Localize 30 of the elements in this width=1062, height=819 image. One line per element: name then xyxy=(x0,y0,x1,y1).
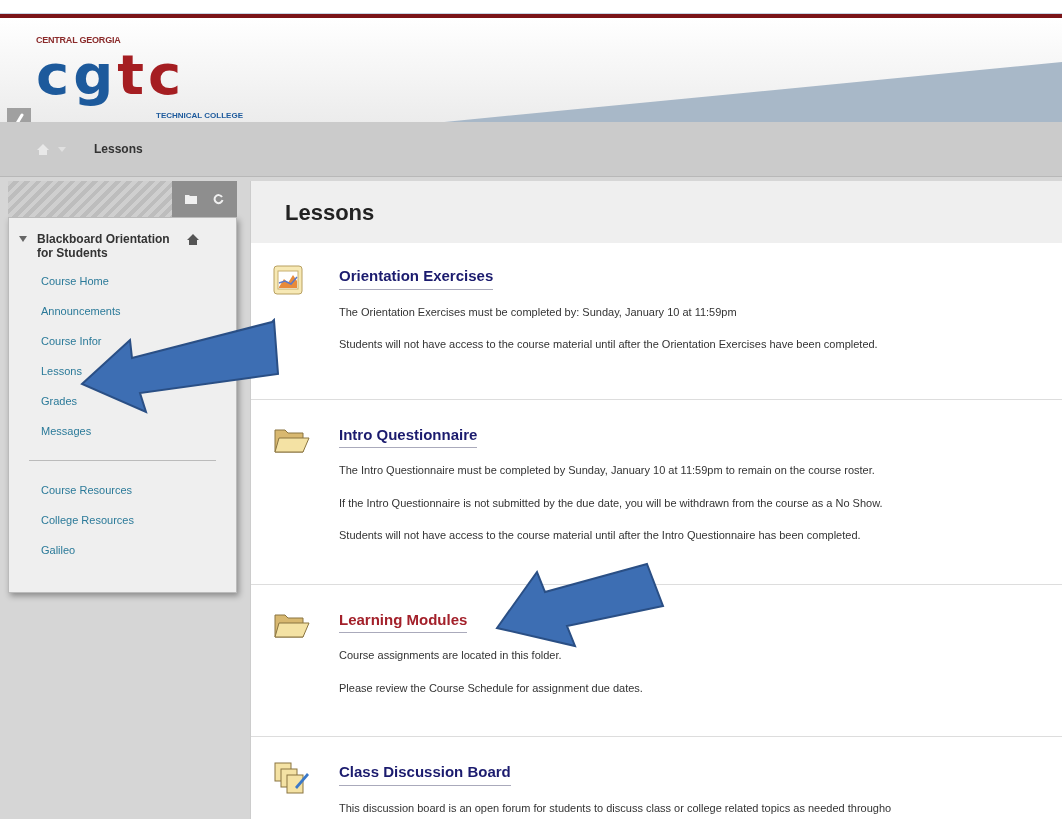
menu-link[interactable]: Course Resources xyxy=(41,475,133,505)
item-description: Please review the Course Schedule for assignment due dates. xyxy=(339,680,643,696)
menu-link[interactable]: Galileo xyxy=(41,535,76,565)
menu-link[interactable]: Lessons xyxy=(41,356,82,386)
folder-icon[interactable] xyxy=(185,194,197,204)
refresh-icon[interactable] xyxy=(213,193,224,205)
item-description: If the Intro Questionnaire is not submitted by the due date, you will be withdrawn from the course as a No Show. xyxy=(339,495,883,511)
menu-link[interactable]: Messages xyxy=(41,416,92,446)
item-description: The Orientation Exercises must be completed by: Sunday, January 10 at 11:59pm xyxy=(339,304,738,320)
item-description: The Intro Questionnaire must be completed by Sunday, January 10 at 11:59pm to remain on the course roster. xyxy=(339,463,876,478)
item-description: This discussion board is an open forum for students to discuss class or college related topics as needed througho xyxy=(339,800,892,816)
item-title-link[interactable]: Orientation Exercises xyxy=(339,265,494,290)
item-description: Students will not have access to the course material until after the Orientation Exercises have been completed. xyxy=(339,337,878,352)
collapse-triangle-icon[interactable] xyxy=(19,236,27,242)
menu-link[interactable]: Announcements xyxy=(41,296,121,326)
menu-link[interactable]: College Resources xyxy=(41,505,134,535)
documents-with-pen-icon xyxy=(273,761,311,795)
breadcrumb-current: Lessons xyxy=(94,141,143,158)
course-title[interactable]: Blackboard Orientation for Students xyxy=(37,232,177,260)
item-description: Students will not have access to the course material until after the Intro Questionnaire has been completed. xyxy=(339,528,862,543)
menu-link[interactable]: Course Home xyxy=(41,266,109,296)
item-title-link[interactable]: Learning Modules xyxy=(339,608,468,633)
page-title: Lessons xyxy=(285,198,375,227)
menu-link[interactable]: Grades xyxy=(41,386,78,416)
menu-link[interactable]: Course Infor xyxy=(41,326,102,356)
logo-bottom-text: TECHNICAL COLLEGE xyxy=(156,110,243,122)
item-description: Course assignments are located in this folder. xyxy=(339,648,563,663)
home-icon[interactable] xyxy=(187,234,199,245)
item-title-link[interactable]: Intro Questionnaire xyxy=(339,423,478,448)
item-title-link[interactable]: Class Discussion Board xyxy=(339,761,511,786)
